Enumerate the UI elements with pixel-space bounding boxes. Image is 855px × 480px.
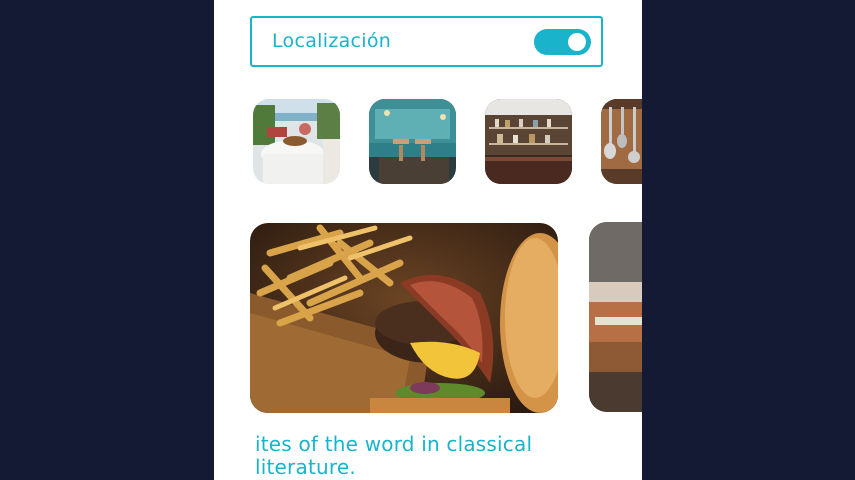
- thumbnail-cafe-interior[interactable]: [369, 99, 456, 184]
- thumbnail-hanging-utensils[interactable]: [601, 99, 642, 184]
- bar-shelves-image: [485, 99, 572, 184]
- thumbnail-bar-shelves[interactable]: [485, 99, 572, 184]
- caption-text: ites of the word in classical literature…: [255, 432, 533, 479]
- cafe-interior-image: [369, 99, 456, 184]
- hanging-utensils-image: [601, 99, 642, 184]
- location-setting[interactable]: Localización: [250, 16, 603, 67]
- card-dish-partial[interactable]: [589, 222, 642, 412]
- card-burger-fries[interactable]: [250, 223, 558, 413]
- location-label: Localización: [272, 30, 392, 52]
- terrace-restaurant-image: [253, 99, 340, 184]
- toggle-knob: [568, 33, 586, 51]
- phone-screen: Localización ites of the word in classic…: [214, 0, 642, 480]
- burger-fries-image: [250, 223, 558, 413]
- thumbnail-terrace-restaurant[interactable]: [253, 99, 340, 184]
- dish-partial-image: [589, 222, 642, 412]
- location-toggle[interactable]: [534, 29, 591, 55]
